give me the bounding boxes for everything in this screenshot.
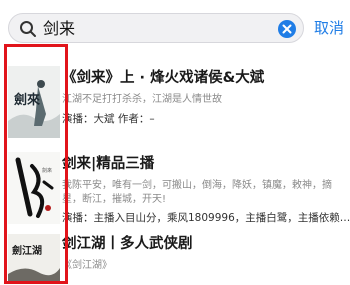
result-meta: 演播：主播入目山分，乘风1809996，主播白鹭，主播依赖…	[62, 212, 350, 224]
result-title[interactable]: 《剑来》上 · 烽火戏诸侯&大斌	[62, 68, 264, 88]
result-title[interactable]: 剑来|精品三播	[62, 154, 154, 174]
highlight-annotation-box	[4, 44, 68, 284]
result-description: 江湖不足打打杀杀，江湖是人情世故	[62, 94, 222, 105]
result-description: 我陈平安，唯有一剑，可搬山，倒海，降妖，镇魔，敕神，摘星，断江，摧城，开天!	[62, 180, 332, 205]
clear-icon[interactable]	[277, 19, 297, 39]
search-query: 剑来	[43, 19, 76, 38]
result-meta: 演播：大斌 作者：–	[62, 113, 155, 125]
search-icon	[20, 21, 36, 37]
result-title[interactable]: 剑江湖丨多人武侠剧	[62, 234, 193, 254]
cancel-button[interactable]: 取消	[314, 17, 344, 39]
result-description: 《剑江湖》	[62, 260, 112, 271]
search-input[interactable]: 剑来	[8, 13, 304, 43]
